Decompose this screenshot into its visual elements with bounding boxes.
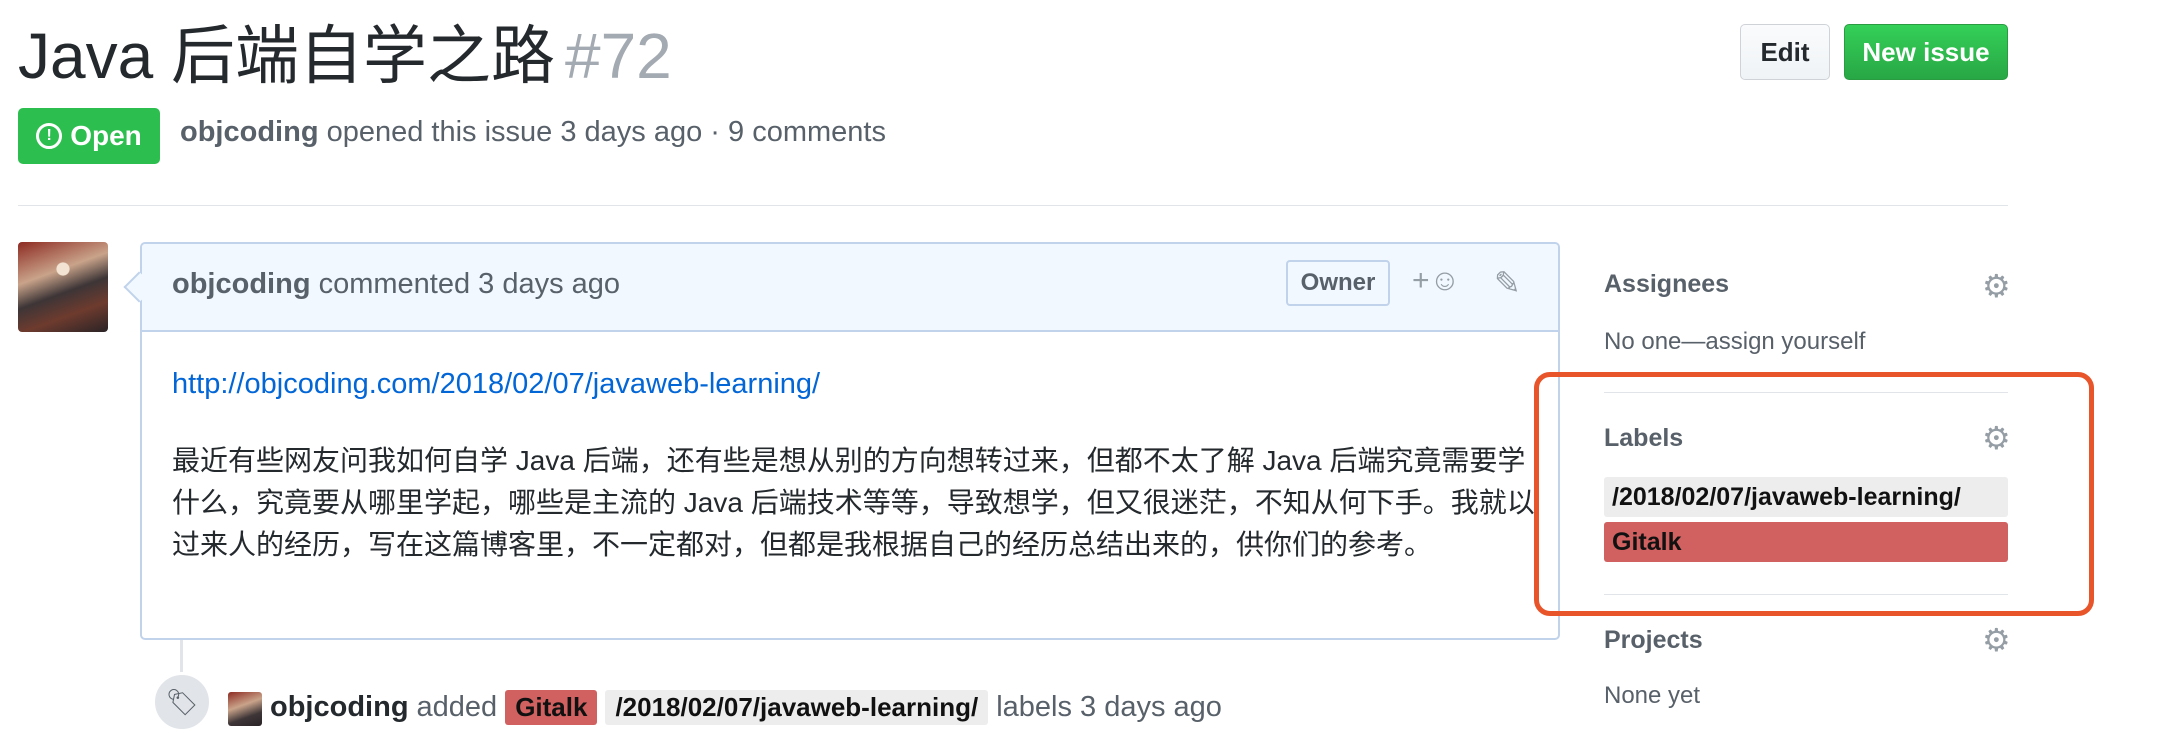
comment-body: 最近有些网友问我如何自学 Java 后端，还有些是想从别的方向想转过来，但都不太…: [172, 445, 1535, 560]
assignees-value[interactable]: No one—assign yourself: [1604, 328, 1865, 356]
issue-title: Java 后端自学之路 #72: [18, 14, 672, 98]
event-avatar[interactable]: [228, 692, 262, 726]
issue-opened-icon: !: [36, 123, 63, 149]
pencil-icon[interactable]: ✎: [1494, 264, 1521, 302]
comment-header-text: objcoding commented 3 days ago: [172, 268, 620, 301]
header-divider: [18, 205, 2008, 206]
comment-link[interactable]: http://objcoding.com/2018/02/07/javaweb-…: [172, 368, 820, 401]
issue-number: #72: [564, 20, 672, 92]
avatar[interactable]: [18, 242, 108, 332]
new-issue-button[interactable]: New issue: [1844, 24, 2008, 80]
tag-icon: 🏷: [152, 672, 212, 732]
assignees-heading: Assignees: [1604, 270, 1730, 298]
event-actor-link[interactable]: objcoding: [270, 691, 409, 724]
issue-meta: objcoding opened this issue 3 days ago ·…: [180, 116, 886, 149]
owner-badge: Owner: [1286, 260, 1390, 306]
issue-author-link[interactable]: objcoding: [180, 116, 319, 148]
event-verb: added: [416, 691, 498, 723]
timeline-event: objcoding added Gitalk /2018/02/07/javaw…: [270, 690, 1222, 725]
comment-author-link[interactable]: objcoding: [172, 268, 311, 300]
issue-state-badge: ! Open: [18, 108, 160, 164]
projects-value: None yet: [1604, 682, 1701, 709]
projects-gear-icon[interactable]: ⚙: [1982, 624, 2011, 656]
issue-title-text: Java 后端自学之路: [18, 20, 555, 92]
issue-meta-text: opened this issue 3 days ago · 9 comment…: [326, 116, 886, 148]
event-label-path[interactable]: /2018/02/07/javaweb-learning/: [605, 690, 989, 725]
projects-heading: Projects: [1604, 626, 1703, 654]
add-reaction-icon[interactable]: +☺: [1412, 264, 1460, 298]
issue-state-label: Open: [70, 120, 142, 151]
labels-highlight-annotation: [1534, 372, 2094, 616]
event-label-gitalk[interactable]: Gitalk: [505, 690, 598, 725]
edit-button[interactable]: Edit: [1740, 24, 1830, 80]
assignees-gear-icon[interactable]: ⚙: [1982, 270, 2011, 302]
event-suffix: labels 3 days ago: [996, 691, 1222, 723]
comment-timestamp: commented 3 days ago: [318, 268, 621, 300]
